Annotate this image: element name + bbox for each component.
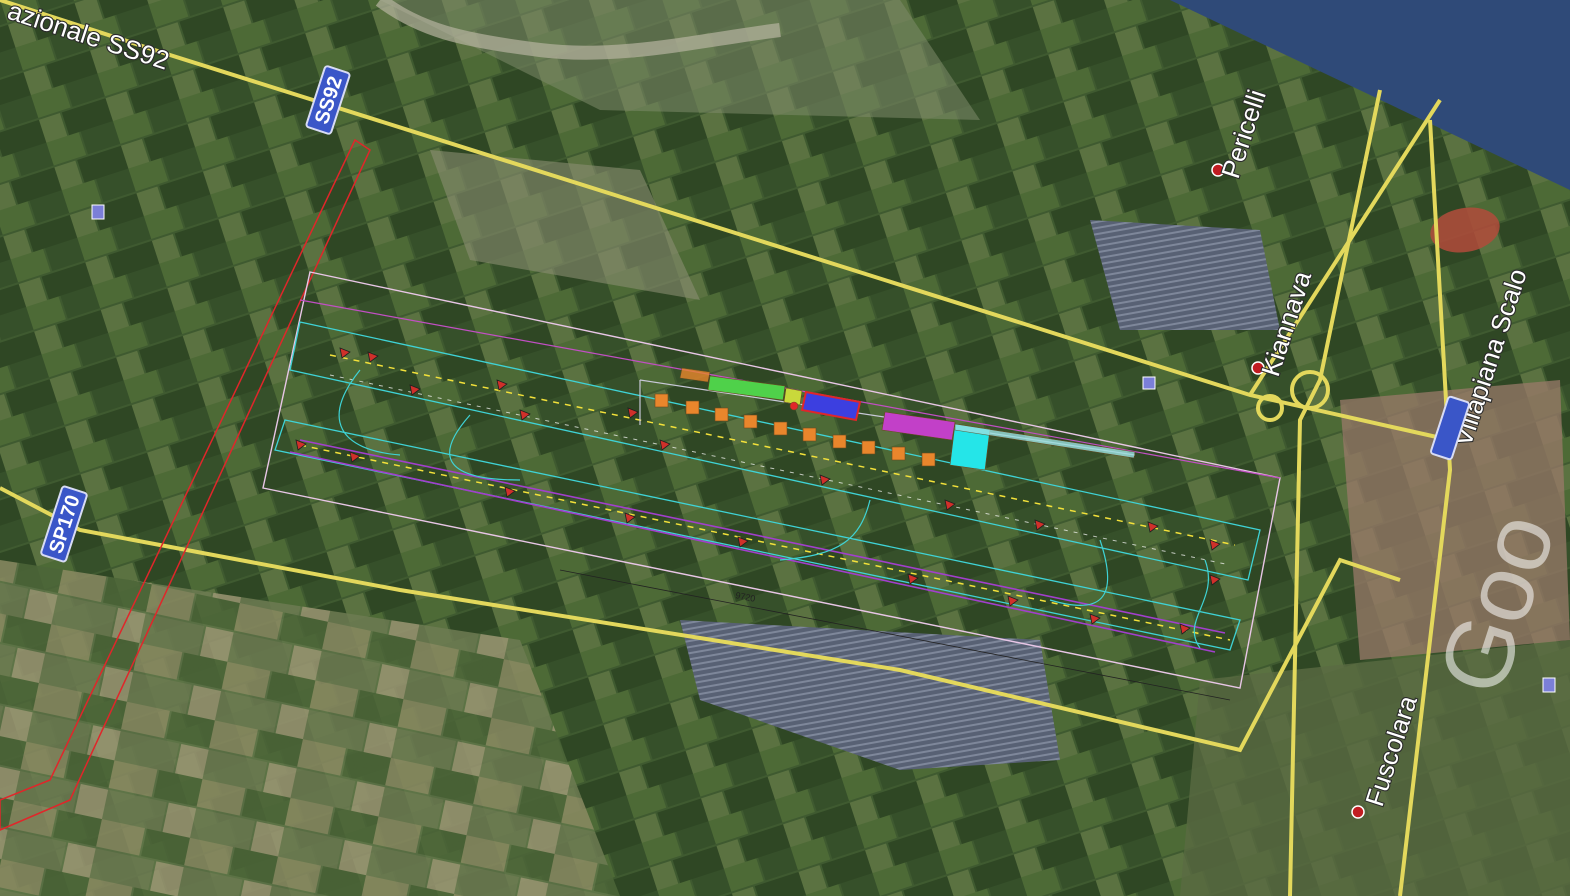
stand	[654, 393, 669, 408]
stand	[891, 446, 906, 461]
place-pin-icon[interactable]	[1351, 805, 1365, 819]
stand	[743, 414, 758, 429]
stand	[802, 427, 817, 442]
stand	[861, 440, 876, 455]
stand	[714, 407, 729, 422]
satellite-map[interactable]: 9720 azionale SS92 Pericelli Kiannava Vi…	[0, 0, 1570, 896]
stand	[773, 421, 788, 436]
building-poi-icon[interactable]	[1542, 677, 1556, 693]
stand	[832, 434, 847, 449]
marker-dot	[789, 401, 799, 411]
imagery-layer	[0, 0, 1570, 896]
stand	[921, 452, 936, 467]
solar-farm-east	[1090, 220, 1280, 330]
building-poi-icon[interactable]	[91, 204, 105, 220]
building-poi-icon[interactable]	[1142, 376, 1156, 390]
stand	[685, 400, 700, 415]
